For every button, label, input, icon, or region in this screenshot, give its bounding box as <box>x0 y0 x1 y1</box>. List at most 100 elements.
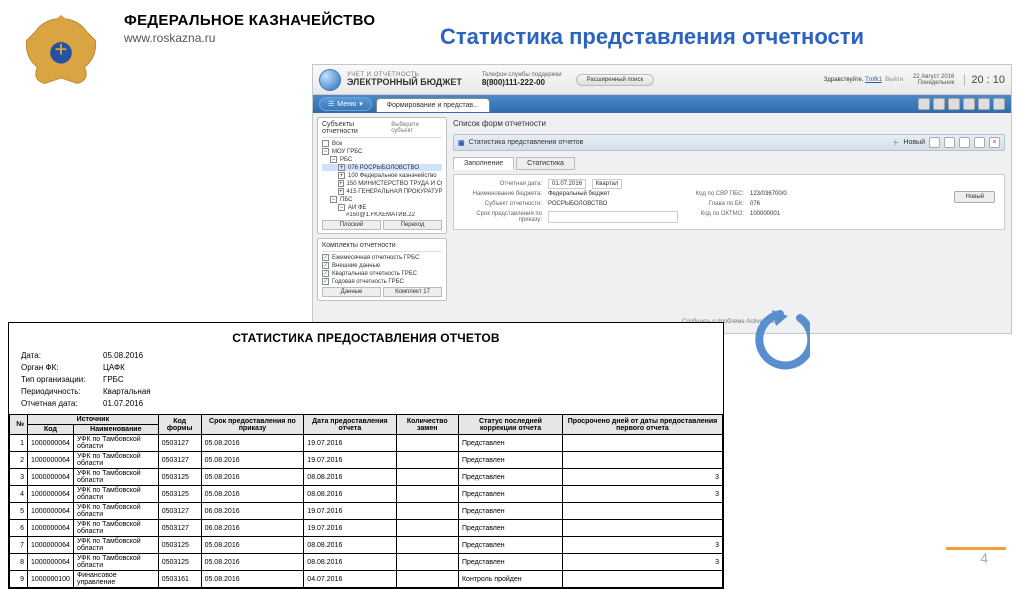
checkbox-icon[interactable]: ✓ <box>322 270 329 277</box>
support-phone: 8(800)111-222-00 <box>482 78 562 87</box>
col-repl: Количество замен <box>396 415 458 435</box>
tree-leaf[interactable]: #150@1.FKХЕМАТИВ.22 <box>346 212 415 218</box>
tab-forming[interactable]: Формирование и представ... <box>376 98 490 112</box>
toolbar-icon[interactable] <box>944 137 955 148</box>
tree-node-selected[interactable]: 076 РОСРЫБОЛОВСТВО <box>348 165 419 171</box>
lbl-tofk: Глава по БК: <box>684 201 744 207</box>
meta-v: 01.07.2016 <box>103 399 711 408</box>
checkbox-icon[interactable]: ✓ <box>322 254 329 261</box>
tab-fill[interactable]: Заполнение <box>453 157 514 170</box>
val-deadline[interactable] <box>548 211 678 223</box>
table-row: 71000000064УФК по Тамбовской области0503… <box>10 537 723 554</box>
table-row: 51000000064УФК по Тамбовской области0503… <box>10 503 723 520</box>
tree-node[interactable]: ПБС <box>340 197 353 203</box>
val-quarter[interactable]: Квартал <box>592 179 623 189</box>
val-svr: 123/036700/0 <box>750 191 787 197</box>
tool-icon[interactable] <box>918 98 930 110</box>
complect-item[interactable]: Ежемесячная отчетность ГРБС <box>332 255 419 261</box>
select-subject[interactable]: Выберите субъект <box>391 122 442 134</box>
tool-icon[interactable] <box>948 98 960 110</box>
table-row: 31000000064УФК по Тамбовской области0503… <box>10 469 723 486</box>
tree-node[interactable]: РБС <box>340 157 352 163</box>
meta-k: Дата: <box>21 351 103 360</box>
expand-icon[interactable]: − <box>330 196 337 203</box>
org-name: ФЕДЕРАЛЬНОЕ КАЗНАЧЕЙСТВО <box>124 12 375 29</box>
val-report-date[interactable]: 01.07.2016 <box>548 179 586 189</box>
toolbar-icon[interactable] <box>974 137 985 148</box>
expand-icon[interactable]: − <box>322 148 329 155</box>
table-row: 41000000064УФК по Тамбовской области0503… <box>10 486 723 503</box>
tool-icon[interactable] <box>993 98 1005 110</box>
page-number: 4 <box>980 550 988 566</box>
app-window: УЧЕТ И ОТЧЕТНОСТЬ ЭЛЕКТРОННЫЙ БЮДЖЕТ Тел… <box>312 64 1012 334</box>
complect-item[interactable]: Квартальная отчетность ГРБС <box>332 271 417 277</box>
app-titlebar: УЧЕТ И ОТЧЕТНОСТЬ ЭЛЕКТРОННЫЙ БЮДЖЕТ Тел… <box>313 65 1011 95</box>
menu-label: Меню <box>337 101 356 108</box>
complects-tab-17[interactable]: Комплект 17 <box>383 287 442 297</box>
app-logo-icon <box>319 69 341 91</box>
username-link[interactable]: Tmfk1 <box>865 77 882 83</box>
date: 22 Август 2016 <box>913 74 954 80</box>
expand-icon[interactable]: + <box>338 172 345 179</box>
tool-icon[interactable] <box>963 98 975 110</box>
new-button[interactable]: Новый <box>903 139 925 146</box>
toolbar-title: Статистика представления отчетов <box>469 139 584 146</box>
expand-icon[interactable]: + <box>338 188 344 195</box>
col-deadline: Срок предоставления по приказу <box>201 415 304 435</box>
ext-search-button[interactable]: Расширенный поиск <box>576 74 655 86</box>
tree-node[interactable]: АИ ФЕ <box>348 205 367 211</box>
tab-stats[interactable]: Статистика <box>516 157 575 170</box>
subjects-tab-next[interactable]: Переход <box>383 220 442 230</box>
lbl-oktmo: Код по ОКТМО: <box>684 211 744 223</box>
col-form: Код формы <box>158 415 201 435</box>
meta-v: ГРБС <box>103 375 711 384</box>
checkbox-all-icon[interactable] <box>322 140 329 147</box>
tree-node[interactable]: 415 ГЕНЕРАЛЬНАЯ ПРОКУРАТУРА Р... <box>347 189 442 195</box>
col-overdue: Просрочено дней от даты предоставления п… <box>563 415 723 435</box>
subjects-panel: Субъекты отчетности Выберите субъект Все… <box>317 117 447 234</box>
lbl-svr: Код по СВР ПБС: <box>684 191 744 197</box>
expand-icon[interactable]: − <box>330 156 337 163</box>
subjects-tab-flat[interactable]: Плоский <box>322 220 381 230</box>
meta-v: ЦАФК <box>103 363 711 372</box>
subjects-title: Субъекты отчетности <box>322 121 391 135</box>
tree-node[interactable]: 100 Федеральное казначейство <box>348 173 437 179</box>
complects-title: Комплекты отчетности <box>322 242 396 249</box>
menu-button[interactable]: ☰ Меню ▾ <box>319 97 372 111</box>
expand-icon[interactable]: − <box>338 204 345 211</box>
expand-icon[interactable]: + <box>338 180 344 187</box>
ribbon: ☰ Меню ▾ Формирование и представ... <box>313 95 1011 113</box>
lbl-deadline: Срок представления по приказу: <box>462 211 542 223</box>
complect-item[interactable]: Внешние данные <box>332 263 380 269</box>
meta-k: Периодичность: <box>21 387 103 396</box>
close-icon[interactable]: × <box>989 137 1000 148</box>
tool-icon[interactable] <box>978 98 990 110</box>
checkbox-icon[interactable]: ✓ <box>322 262 329 269</box>
expand-icon[interactable]: + <box>338 164 345 171</box>
date-block: 22 Август 2016 Понедельник <box>913 74 954 86</box>
arrow-icon <box>750 310 810 370</box>
complect-item[interactable]: Годовая отчетность ГРБС <box>332 279 404 285</box>
toolbar-icon[interactable] <box>929 137 940 148</box>
treasury-emblem-icon <box>16 14 106 88</box>
checkbox-icon[interactable]: ✓ <box>322 278 329 285</box>
col-status: Статус последней коррекции отчета <box>458 415 562 435</box>
table-row: 91000000100Финансовое управление05031610… <box>10 571 723 588</box>
clock: 20 : 10 <box>964 74 1005 86</box>
list-header: Список форм отчетности <box>453 117 1005 130</box>
greet-text: Здравствуйте, <box>824 77 864 83</box>
tree-root[interactable]: МОУ ГРБС <box>332 149 362 155</box>
tree-node[interactable]: 150 МИНИСТЕРСТВО ТРУДА И СОЦИ... <box>347 181 442 187</box>
lbl-budget: Наименование бюджета: <box>462 191 542 197</box>
org-site-link[interactable]: www.roskazna.ru <box>124 31 215 45</box>
tool-icon[interactable] <box>933 98 945 110</box>
toolbar-icon[interactable] <box>959 137 970 148</box>
form-tabs: Заполнение Статистика <box>453 157 1005 170</box>
val-subject: РОСРЫБОЛОВСТВО <box>548 201 607 207</box>
meta-v: Квартальная <box>103 387 711 396</box>
exit-link[interactable]: Выйти <box>885 77 903 83</box>
col-source: Источник <box>28 415 159 425</box>
weekday: Понедельник <box>913 80 954 86</box>
complects-tab-data[interactable]: Данные <box>322 287 381 297</box>
lbl-subject: Субъект отчетности: <box>462 201 542 207</box>
